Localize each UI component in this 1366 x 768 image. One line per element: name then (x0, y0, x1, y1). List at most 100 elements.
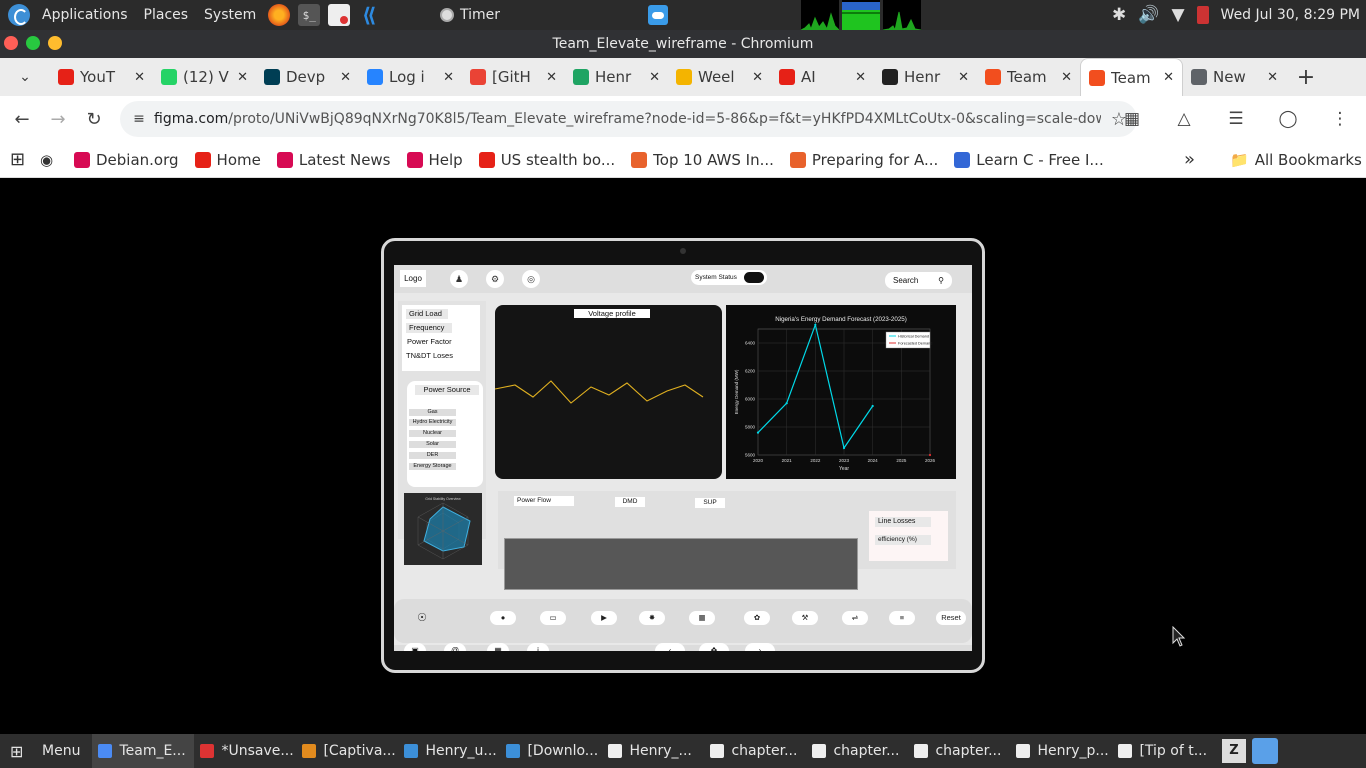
reload-icon[interactable]: ↻ (76, 109, 112, 130)
close-tab-icon[interactable]: ✕ (1163, 70, 1174, 85)
next-arrow-icon[interactable]: › (745, 643, 775, 651)
monitor-icon[interactable]: ▭ (540, 611, 566, 625)
terminal-launcher-icon[interactable]: $_ (298, 4, 321, 26)
start-menu-button[interactable]: Menu (34, 743, 92, 759)
text-editor-launcher-icon[interactable] (328, 4, 351, 26)
more-bookmarks-chevron-icon[interactable]: » (1184, 149, 1195, 170)
media-controls-icon[interactable]: ☰ (1210, 109, 1262, 129)
site-info-icon[interactable]: ≡ (124, 111, 154, 127)
wifi-icon[interactable]: ▼ (1171, 5, 1184, 25)
close-tab-icon[interactable]: ✕ (1061, 70, 1072, 85)
volume-icon[interactable]: 🔊 (1138, 5, 1159, 25)
firefox-launcher-icon[interactable] (268, 4, 291, 26)
system-status-toggle[interactable] (744, 272, 764, 283)
video-camera-icon[interactable]: ▶ (591, 611, 617, 625)
back-arrow-icon[interactable]: ← (4, 109, 40, 130)
grid-icon[interactable]: ▦ (487, 643, 509, 651)
tab-11[interactable]: New ✕ (1183, 58, 1286, 96)
power-source-item[interactable]: Gas (409, 409, 456, 416)
tab-9[interactable]: Team ✕ (977, 58, 1080, 96)
taskbar-item-0[interactable]: Team_E... (92, 734, 195, 768)
center-move-icon[interactable]: ✥ (699, 643, 729, 651)
line-losses-label[interactable]: Line Losses (875, 517, 931, 527)
location-pin-icon[interactable]: ● (490, 611, 516, 625)
taskbar-item-5[interactable]: Henry_... (602, 734, 704, 768)
tab-3[interactable]: Log i ✕ (359, 58, 462, 96)
taskbar-item-3[interactable]: Henry_u... (398, 734, 500, 768)
close-window-button[interactable] (4, 36, 18, 50)
tab-0[interactable]: YouT ✕ (50, 58, 153, 96)
taskbar-item-9[interactable]: Henry_p... (1010, 734, 1112, 768)
places-menu[interactable]: Places (136, 7, 197, 23)
start-menu-grid-icon[interactable]: ⊞ (10, 742, 34, 761)
target-icon[interactable]: ◎ (522, 270, 540, 288)
applications-logo-icon[interactable] (8, 4, 30, 26)
close-tab-icon[interactable]: ✕ (649, 70, 660, 85)
metric-power-factor[interactable]: Power Factor (404, 337, 455, 347)
bookmark-1[interactable]: Home (187, 151, 269, 169)
bluetooth-icon[interactable]: ✱ (1112, 5, 1126, 25)
info-icon[interactable]: i (527, 643, 549, 651)
taskbar-item-8[interactable]: chapter... (908, 734, 1010, 768)
bookmark-6[interactable]: Preparing for A... (782, 151, 946, 169)
bookmark-7[interactable]: Learn C - Free I... (946, 151, 1111, 169)
filezilla-tray-icon[interactable]: Z (1222, 739, 1246, 763)
minimize-window-button[interactable] (48, 36, 62, 50)
forward-arrow-icon[interactable]: → (40, 109, 76, 130)
close-tab-icon[interactable]: ✕ (855, 70, 866, 85)
cloud-sync-icon[interactable] (648, 5, 668, 25)
metric-grid-load[interactable]: Grid Load (406, 309, 448, 319)
all-bookmarks-folder[interactable]: 📁 All Bookmarks (1222, 151, 1366, 169)
metric-tndt-losses[interactable]: TN&DT Loses (403, 351, 456, 361)
metric-frequency[interactable]: Frequency (406, 323, 452, 333)
labs-flask-icon[interactable]: △ (1158, 109, 1210, 129)
taskbar-item-1[interactable]: *Unsave... (194, 734, 296, 768)
wrench-icon[interactable]: ⚒ (792, 611, 818, 625)
compass-icon[interactable]: ☉ (414, 611, 430, 625)
tab-6[interactable]: Weel ✕ (668, 58, 771, 96)
more-menu-icon[interactable]: ⋮ (1314, 109, 1366, 129)
tab-dmd[interactable]: DMD (615, 497, 645, 507)
battery-icon[interactable] (1196, 6, 1209, 24)
taskbar-item-4[interactable]: [Downlo... (500, 734, 602, 768)
system-menu[interactable]: System (196, 7, 264, 23)
extensions-puzzle-icon[interactable]: ▦ (1106, 109, 1158, 129)
at-sign-icon[interactable]: @ (444, 643, 466, 651)
bookmark-3[interactable]: Help (399, 151, 471, 169)
url-text[interactable]: figma.com/proto/UNiVwBjQ89qNXrNg70K8l5/T… (154, 111, 1101, 127)
cog-icon[interactable]: ✿ (744, 611, 770, 625)
vscode-launcher-icon[interactable]: ⟪ (358, 3, 380, 27)
tab-sup[interactable]: SUP (695, 498, 725, 508)
maximize-window-button[interactable] (26, 36, 40, 50)
image-icon[interactable]: ▣ (404, 643, 426, 651)
taskbar-item-6[interactable]: chapter... (704, 734, 806, 768)
tab-search-chevron-icon[interactable]: ⌄ (0, 69, 50, 85)
figma-prototype-viewport[interactable]: Logo ♟ ⚙ ◎ System Status Search ⚲ Grid Lo… (0, 178, 1366, 734)
close-tab-icon[interactable]: ✕ (752, 70, 763, 85)
apps-grid-icon[interactable]: ⊞ (10, 149, 40, 170)
close-tab-icon[interactable]: ✕ (1267, 70, 1278, 85)
close-tab-icon[interactable]: ✕ (237, 70, 248, 85)
close-tab-icon[interactable]: ✕ (340, 70, 351, 85)
settings-gear-icon[interactable]: ⚙ (486, 270, 504, 288)
power-source-item[interactable]: Hydro Electricity (409, 419, 456, 426)
close-tab-icon[interactable]: ✕ (443, 70, 454, 85)
taskbar-item-7[interactable]: chapter... (806, 734, 908, 768)
sliders-icon[interactable]: ⇌ (842, 611, 868, 625)
bookmark-5[interactable]: Top 10 AWS In... (623, 151, 782, 169)
taskbar-item-10[interactable]: [Tip of t... (1112, 734, 1214, 768)
taskbar-item-2[interactable]: [Captiva... (296, 734, 398, 768)
tab-power-flow[interactable]: Power Flow (514, 496, 574, 506)
tab-7[interactable]: AI ✕ (771, 58, 874, 96)
power-source-item[interactable]: Energy Storage (409, 463, 456, 470)
search-field[interactable]: Search ⚲ (885, 272, 952, 289)
new-tab-plus-icon[interactable]: + (1286, 65, 1326, 90)
previous-arrow-icon[interactable]: ‹ (655, 643, 685, 651)
bug-icon[interactable]: ✸ (639, 611, 665, 625)
timer-applet[interactable]: Timer (440, 0, 500, 30)
reset-button[interactable]: Reset (936, 611, 966, 625)
tab-8[interactable]: Henr ✕ (874, 58, 977, 96)
user-icon[interactable]: ♟ (450, 270, 468, 288)
power-source-item[interactable]: Nuclear (409, 430, 456, 437)
calculator-icon[interactable]: ▦ (689, 611, 715, 625)
